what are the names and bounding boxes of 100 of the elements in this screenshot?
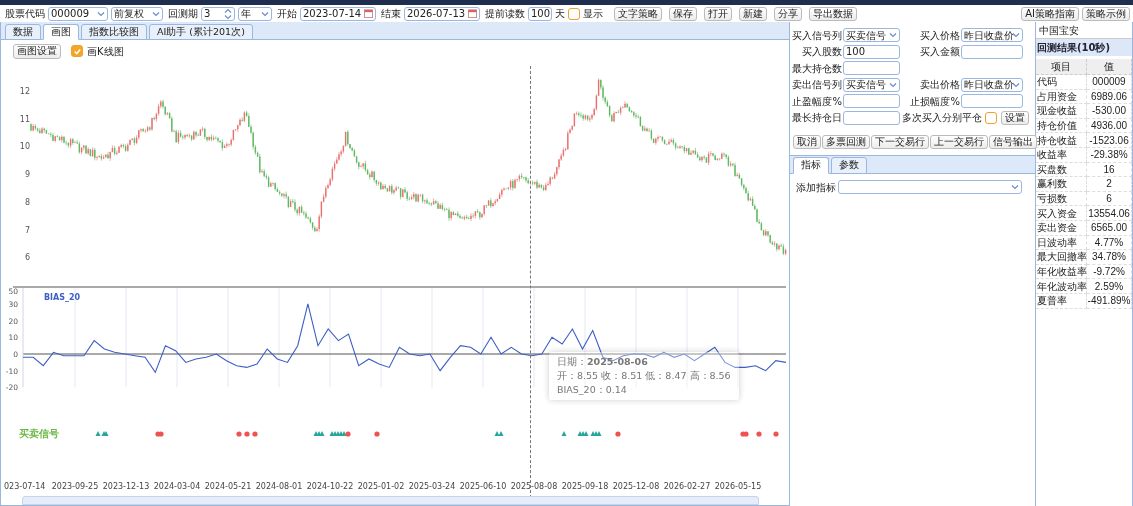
- tooltip-text: BIAS_20：0.14: [557, 383, 628, 397]
- date-field[interactable]: 2023-07-14: [300, 6, 376, 21]
- column-header: 项目: [1036, 59, 1087, 75]
- panel-title: 回测结果(10秒): [1036, 39, 1132, 56]
- button[interactable]: 导出数据: [809, 6, 857, 21]
- field-label: 最长持仓日: [792, 111, 842, 125]
- table-cell: 34.78%: [1087, 250, 1132, 265]
- axis-label: 8: [24, 197, 30, 207]
- input-field[interactable]: 100: [843, 44, 900, 59]
- axis-label: 11: [19, 114, 30, 124]
- table-cell: 000009: [1087, 75, 1132, 90]
- axis-label: 2023-12-13: [102, 482, 150, 491]
- field-label: 最大持仓数: [792, 61, 842, 76]
- table-cell: -29.38%: [1087, 147, 1132, 163]
- axis-label: 12: [19, 87, 30, 96]
- button[interactable]: 保存: [669, 6, 697, 21]
- table-cell: 6989.06: [1087, 89, 1132, 105]
- field-label: 止损幅度%: [909, 94, 960, 109]
- table-cell: -491.89%: [1087, 293, 1132, 309]
- button[interactable]: 分享: [774, 6, 802, 21]
- button[interactable]: 文字策略: [614, 6, 662, 21]
- table-cell: 4.77%: [1087, 235, 1132, 251]
- button[interactable]: 画图设置: [13, 43, 61, 59]
- field-label: 开始: [277, 7, 297, 21]
- table-cell: -530.00: [1087, 104, 1132, 119]
- table-cell: 夏普率: [1036, 293, 1087, 309]
- table-cell: 年化收益率: [1036, 264, 1087, 280]
- axis-label: 9: [24, 170, 30, 180]
- button[interactable]: 信号输出: [989, 134, 1037, 149]
- field-label: 添加指标: [796, 180, 836, 195]
- axis-label: 7: [24, 225, 30, 235]
- field-label: 卖出信号列: [792, 78, 842, 92]
- table-cell: 卖出资金: [1036, 220, 1087, 236]
- table-cell: 4936.00: [1087, 118, 1132, 134]
- tab[interactable]: 指数比较图: [81, 24, 147, 40]
- axis-label: 2025-12-08: [612, 482, 660, 491]
- button[interactable]: 策略示例: [1082, 6, 1130, 21]
- field-label: 买入信号列: [792, 28, 842, 43]
- table-cell: 6565.00: [1087, 220, 1132, 236]
- legend-label: BIAS_20: [44, 293, 81, 302]
- table-cell: 2.59%: [1087, 279, 1132, 294]
- axis-label: 6: [24, 253, 30, 263]
- dropdown[interactable]: 前复权: [111, 6, 163, 21]
- table-cell: 持仓收益: [1036, 133, 1087, 148]
- table-cell: 收益率: [1036, 147, 1087, 163]
- button[interactable]: 下一交易行: [871, 134, 929, 149]
- tab[interactable]: 画图: [43, 24, 79, 40]
- axis-label: 2025-03-24: [408, 482, 456, 491]
- axis-label: 023-07-14: [4, 482, 46, 491]
- tooltip-text: 开：8.55 收：8.51 低：8.47 高：8.56: [557, 369, 731, 383]
- field-label: 卖出价格: [919, 78, 960, 92]
- button[interactable]: 取消: [793, 134, 821, 149]
- dropdown[interactable]: 年: [238, 6, 272, 21]
- axis-label: 2024-05-21: [204, 482, 252, 491]
- button[interactable]: 上一交易行: [930, 134, 988, 149]
- dropdown[interactable]: 昨日收盘价: [961, 77, 1023, 92]
- tooltip-text: 日期：2025-08-06: [557, 355, 649, 369]
- axis-label: 2025-09-18: [561, 482, 609, 491]
- tab[interactable]: 数据: [5, 24, 41, 40]
- axis-label: 2025-01-02: [357, 482, 405, 491]
- table-cell: 持仓价值: [1036, 118, 1087, 134]
- dropdown[interactable]: 000009: [48, 6, 108, 21]
- table-cell: 13554.06: [1087, 206, 1132, 221]
- field-label: 买入价格: [919, 28, 960, 43]
- axis-label: 2023-09-25: [51, 482, 99, 491]
- table-cell: -9.72%: [1087, 264, 1132, 280]
- field-label: 回测期: [168, 7, 198, 21]
- button[interactable]: 设置: [1001, 110, 1029, 125]
- column-header: 值: [1087, 59, 1132, 75]
- checkbox-label: 画K线图: [87, 44, 124, 59]
- table-cell: 占用资金: [1036, 89, 1087, 105]
- axis-label: 2024-08-01: [255, 482, 303, 491]
- tab[interactable]: 参数: [831, 156, 867, 174]
- button[interactable]: 新建: [739, 6, 767, 21]
- field-label: 提前读数: [485, 7, 525, 21]
- dropdown[interactable]: 昨日收盘价: [961, 28, 1023, 42]
- table-cell: 买盘数: [1036, 162, 1087, 178]
- table-cell: 现金收益: [1036, 104, 1087, 119]
- table-cell: 年化波动率: [1036, 279, 1087, 294]
- table-cell: -1523.06: [1087, 133, 1132, 148]
- tab[interactable]: 指标: [793, 156, 829, 174]
- series-label: 买卖信号: [19, 428, 59, 439]
- field-label: 买入股数: [801, 45, 842, 59]
- axis-label: 2025-08-08: [510, 482, 558, 491]
- table-cell: 代码: [1036, 75, 1087, 90]
- button[interactable]: 打开: [704, 6, 732, 21]
- tab[interactable]: AI助手 (累计201次): [149, 24, 253, 40]
- button[interactable]: AI策略指南: [1021, 6, 1079, 21]
- dropdown[interactable]: 买卖信号: [843, 77, 900, 92]
- field-label: 结束: [381, 7, 401, 21]
- field-label: 止盈幅度%: [792, 94, 842, 109]
- axis-label: 2026-02-27: [663, 482, 711, 491]
- number-spinner[interactable]: 3: [201, 6, 235, 21]
- input-field[interactable]: 100: [528, 6, 552, 21]
- dropdown[interactable]: 买卖信号: [843, 28, 900, 42]
- axis-label: 2024-10-22: [306, 482, 354, 491]
- table-cell: 赢利数: [1036, 177, 1087, 192]
- date-field[interactable]: 2026-07-13: [404, 6, 480, 21]
- button[interactable]: 多票回测: [822, 134, 870, 149]
- table-cell: 买入资金: [1036, 206, 1087, 221]
